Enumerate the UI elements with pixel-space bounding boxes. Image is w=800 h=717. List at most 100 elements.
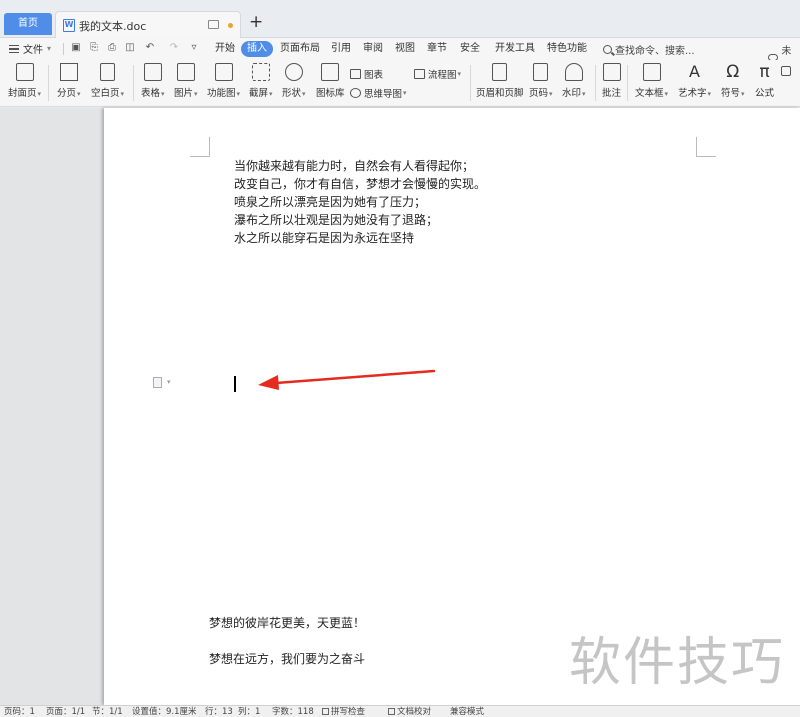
picture-button[interactable]: 图片▾ bbox=[174, 63, 198, 99]
status-section[interactable]: 节：1/1 bbox=[92, 707, 123, 717]
table-icon bbox=[143, 63, 162, 81]
left-margin-area bbox=[0, 108, 104, 705]
command-search[interactable]: 查找命令、搜索... bbox=[603, 42, 695, 57]
paragraph-handle-icon[interactable] bbox=[153, 377, 162, 388]
command-search-label: 查找命令、搜索... bbox=[615, 46, 695, 57]
chart-button[interactable]: 图表 bbox=[350, 67, 383, 81]
proofread-toggle[interactable]: 文档校对 bbox=[388, 707, 431, 717]
chevron-down-icon: ▾ bbox=[47, 44, 52, 53]
red-arrow-annotation bbox=[258, 369, 436, 390]
status-bar: 页码：1 页面：1/1 节：1/1 设置值：9.1厘米 行：13 列：1 字数：… bbox=[0, 705, 800, 717]
page-number-label: 页码 bbox=[529, 88, 549, 99]
flowchart-label: 流程图 bbox=[428, 70, 457, 81]
new-tab-button[interactable]: + bbox=[249, 12, 263, 32]
page-number-button[interactable]: 页码▾ bbox=[529, 63, 553, 99]
unsaved-dot-icon bbox=[228, 23, 233, 28]
footer-line-2: 梦想在远方，我们要为之奋斗 bbox=[209, 652, 366, 666]
header-footer-button[interactable]: 页眉和页脚 bbox=[476, 63, 524, 99]
body-line: 瀑布之所以壮观是因为她没有了退路； bbox=[234, 213, 439, 227]
symbol-button[interactable]: Ω 符号▾ bbox=[721, 63, 745, 99]
textbox-button[interactable]: 文本框▾ bbox=[635, 63, 668, 99]
save-icon[interactable]: ▣ bbox=[70, 42, 82, 54]
icon-library-icon bbox=[321, 63, 340, 81]
icon-library-label: 图标库 bbox=[316, 88, 345, 99]
tab-document[interactable]: W 我的文本.doc bbox=[55, 11, 241, 38]
cover-page-icon bbox=[15, 63, 34, 81]
wordart-button[interactable]: A 艺术字▾ bbox=[678, 62, 711, 100]
tab-home[interactable]: 首页 bbox=[4, 13, 52, 35]
undo-icon[interactable]: ↶ bbox=[144, 42, 156, 54]
document-title: 我的文本.doc bbox=[79, 20, 147, 33]
search-icon bbox=[603, 45, 612, 54]
chevron-down-icon[interactable]: ▾ bbox=[167, 378, 171, 386]
comment-button[interactable]: 批注 bbox=[602, 63, 621, 99]
print-icon[interactable]: ⎙ bbox=[106, 42, 118, 54]
spellcheck-label: 拼写检查 bbox=[331, 707, 366, 717]
checkbox-icon bbox=[388, 708, 395, 715]
blank-page-label: 空白页 bbox=[91, 88, 120, 99]
page-break-icon bbox=[59, 63, 78, 81]
header-footer-icon bbox=[492, 63, 508, 81]
divider bbox=[133, 65, 134, 101]
icon-library-button[interactable]: 图标库 bbox=[316, 63, 345, 99]
spellcheck-toggle[interactable]: 拼写检查 bbox=[322, 707, 365, 717]
mindmap-button[interactable]: 思维导图 ▾ bbox=[350, 86, 407, 100]
divider bbox=[470, 65, 471, 101]
shape-button[interactable]: 形状▾ bbox=[282, 63, 306, 99]
table-button[interactable]: 表格▾ bbox=[141, 63, 165, 99]
tab-features[interactable]: 特色功能 bbox=[547, 42, 587, 56]
wordart-label: 艺术字 bbox=[678, 88, 707, 99]
status-setting-value[interactable]: 设置值：9.1厘米 bbox=[132, 707, 197, 717]
tab-security[interactable]: 安全 bbox=[460, 42, 480, 56]
status-page-number[interactable]: 页码：1 bbox=[4, 707, 35, 717]
screenshot-label: 截屏 bbox=[249, 88, 269, 99]
wordart-icon: A bbox=[689, 62, 700, 81]
more-tools-icon[interactable] bbox=[781, 66, 791, 76]
tab-section[interactable]: 章节 bbox=[427, 42, 447, 56]
format-painter-icon[interactable]: ⎘ bbox=[88, 42, 100, 54]
tab-developer[interactable]: 开发工具 bbox=[495, 42, 535, 56]
blank-page-icon bbox=[100, 63, 116, 81]
redo-icon[interactable]: ↷ bbox=[168, 42, 180, 54]
print-preview-icon[interactable]: ◫ bbox=[124, 42, 136, 54]
page-break-button[interactable]: 分页▾ bbox=[57, 63, 81, 99]
file-menu-button[interactable]: 文件 ▾ bbox=[9, 41, 51, 56]
screenshot-button[interactable]: 截屏▾ bbox=[249, 63, 273, 99]
body-line: 喷泉之所以漂亮是因为她有了压力； bbox=[234, 195, 427, 209]
proofread-label: 文档校对 bbox=[397, 707, 432, 717]
blank-page-button[interactable]: 空白页▾ bbox=[91, 63, 124, 99]
tab-start[interactable]: 开始 bbox=[215, 42, 235, 56]
watermark-button[interactable]: 水印▾ bbox=[562, 63, 586, 99]
function-chart-button[interactable]: 功能图▾ bbox=[207, 63, 240, 99]
screenshot-icon bbox=[251, 63, 270, 81]
document-page[interactable]: 当你越来越有能力时，自然会有人看得起你； 改变自己，你才有自信，梦想才会慢慢的实… bbox=[104, 108, 800, 705]
flowchart-button[interactable]: 流程图 ▾ bbox=[414, 67, 461, 81]
pi-icon: π bbox=[759, 62, 770, 82]
tab-review[interactable]: 审阅 bbox=[363, 42, 383, 56]
status-word-count[interactable]: 字数：118 bbox=[272, 707, 314, 717]
picture-label: 图片 bbox=[174, 88, 194, 99]
hamburger-icon bbox=[9, 44, 19, 53]
flowchart-icon bbox=[414, 69, 425, 79]
comment-icon bbox=[602, 63, 621, 81]
page-break-label: 分页 bbox=[57, 88, 77, 99]
function-chart-icon bbox=[214, 63, 233, 81]
cover-page-button[interactable]: 封面页▾ bbox=[8, 63, 41, 99]
body-line: 改变自己，你才有自信，梦想才会慢慢的实现。 bbox=[234, 177, 487, 191]
tab-references[interactable]: 引用 bbox=[331, 42, 351, 56]
tab-view[interactable]: 视图 bbox=[395, 42, 415, 56]
monitor-icon[interactable] bbox=[208, 20, 219, 29]
formula-button[interactable]: π 公式 bbox=[755, 63, 774, 99]
status-row[interactable]: 行：13 bbox=[205, 707, 233, 717]
body-paragraph[interactable]: 当你越来越有能力时，自然会有人看得起你； 改变自己，你才有自信，梦想才会慢慢的实… bbox=[234, 157, 486, 247]
status-compat-mode: 兼容模式 bbox=[450, 707, 485, 717]
watermark-label: 水印 bbox=[562, 88, 582, 99]
tab-insert[interactable]: 插入 bbox=[241, 41, 273, 57]
status-column[interactable]: 列：1 bbox=[238, 707, 260, 717]
header-footer-label: 页眉和页脚 bbox=[476, 88, 524, 99]
status-page[interactable]: 页面：1/1 bbox=[46, 707, 85, 717]
quick-access-more-icon[interactable]: ▿ bbox=[188, 42, 200, 54]
tab-page-layout[interactable]: 页面布局 bbox=[280, 42, 320, 56]
textbox-label: 文本框 bbox=[635, 88, 664, 99]
shape-icon bbox=[284, 63, 303, 81]
